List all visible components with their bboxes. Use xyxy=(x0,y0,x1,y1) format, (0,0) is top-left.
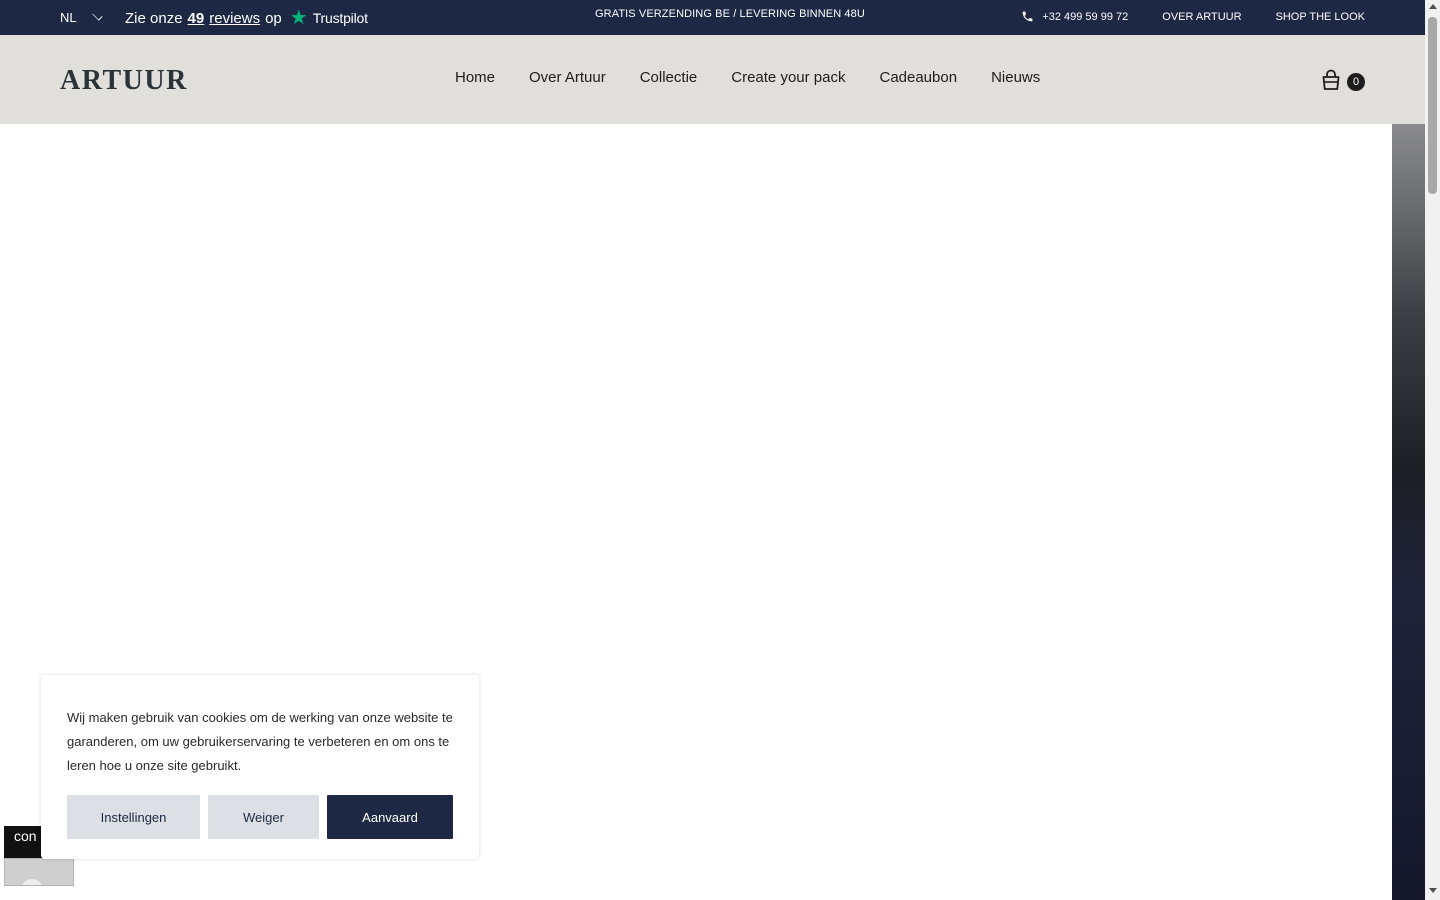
nav-item-cadeaubon[interactable]: Cadeaubon xyxy=(879,69,957,86)
avatar xyxy=(21,879,43,885)
nav-item-nieuws[interactable]: Nieuws xyxy=(991,69,1040,86)
trustpilot-prefix: Zie onze xyxy=(125,9,183,27)
cookie-banner: Wij maken gebruik van cookies om de werk… xyxy=(41,675,479,859)
top-bar: NL Zie onze 49 reviews op ★ Trustpilot G… xyxy=(0,0,1425,35)
scroll-up-icon[interactable] xyxy=(1429,4,1437,9)
top-right-links: +32 499 59 99 72 OVER ARTUUR SHOP THE LO… xyxy=(1021,10,1365,23)
nav-item-over-artuur[interactable]: Over Artuur xyxy=(529,69,606,86)
review-count[interactable]: 49 xyxy=(188,10,205,27)
nav-item-home[interactable]: Home xyxy=(455,69,495,86)
cookie-text: Wij maken gebruik van cookies om de werk… xyxy=(67,710,453,773)
scrollbar[interactable] xyxy=(1425,0,1440,900)
cart-button[interactable]: 0 xyxy=(1321,69,1365,91)
phone-number: +32 499 59 99 72 xyxy=(1042,10,1129,23)
nav-item-collectie[interactable]: Collectie xyxy=(640,69,698,86)
reviews-link[interactable]: reviews xyxy=(209,10,260,27)
over-artuur-link[interactable]: OVER ARTUUR xyxy=(1162,11,1241,23)
nav-item-create-your-pack[interactable]: Create your pack xyxy=(731,69,845,86)
settings-button[interactable]: Instellingen xyxy=(67,795,200,839)
trustpilot-suffix: op xyxy=(265,9,282,27)
trustpilot-widget[interactable]: Zie onze 49 reviews op ★ Trustpilot xyxy=(125,8,368,28)
trustpilot-star-icon: ★ xyxy=(289,7,308,29)
language-label: NL xyxy=(60,10,77,25)
main-nav: Home Over Artuur Collectie Create your p… xyxy=(455,69,1040,86)
cart-count-badge: 0 xyxy=(1347,73,1365,91)
scrollbar-thumb[interactable] xyxy=(1428,17,1437,194)
language-selector[interactable]: NL xyxy=(60,10,103,25)
decline-button[interactable]: Weiger xyxy=(208,795,319,839)
shopping-bag-icon xyxy=(1322,69,1340,90)
scroll-down-icon[interactable] xyxy=(1429,888,1437,893)
widget-image xyxy=(4,858,74,886)
chevron-down-icon xyxy=(92,10,103,21)
main-header: ARTUUR Home Over Artuur Collectie Create… xyxy=(0,35,1425,124)
shipping-notice: GRATIS VERZENDING BE / LEVERING BINNEN 4… xyxy=(595,8,865,20)
phone-link[interactable]: +32 499 59 99 72 xyxy=(1021,10,1128,23)
phone-icon xyxy=(1022,11,1033,22)
shop-the-look-link[interactable]: SHOP THE LOOK xyxy=(1276,11,1365,23)
trustpilot-brand: Trustpilot xyxy=(312,10,368,26)
hero-image xyxy=(1392,124,1425,900)
accept-button[interactable]: Aanvaard xyxy=(327,795,453,839)
logo[interactable]: ARTUUR xyxy=(60,65,188,97)
